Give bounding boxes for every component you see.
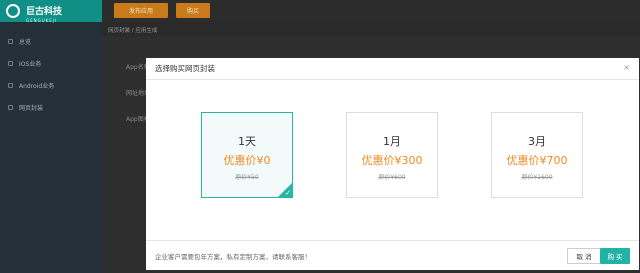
close-icon[interactable]: ×: [623, 63, 630, 72]
plan-original-price: 原价¥50: [235, 174, 259, 181]
plan-period: 1天: [238, 135, 256, 148]
plan-price: 优惠价¥300: [361, 154, 423, 167]
cancel-button[interactable]: 取 消: [567, 248, 601, 264]
plan-period: 1月: [383, 135, 401, 148]
sidebar: 巨古科技 GENGUKEJI 总览 IOS业务 Android业务 网页封装: [0, 0, 102, 273]
logo-icon: [6, 4, 20, 18]
breadcrumb: 网页封装 / 应用生成: [102, 22, 640, 36]
plan-cards: 1天 优惠价¥0 原价¥50 ✓ 1月 优惠价¥300 原价¥600 3月 优惠…: [146, 112, 639, 198]
plan-period: 3月: [528, 135, 546, 148]
plan-card-3-months[interactable]: 3月 优惠价¥700 原价¥1600: [491, 112, 583, 198]
publish-app-button[interactable]: 发布应用: [114, 3, 168, 18]
footer-note: 企业客户需要包年方案，私有定制方案，请联系客服！: [155, 252, 311, 261]
modal-header: 选择购买网页封装 ×: [146, 58, 639, 80]
plan-original-price: 原价¥1600: [521, 174, 553, 181]
sidebar-item-ios[interactable]: IOS业务: [0, 52, 102, 74]
topbar: 发布应用 购买: [102, 0, 640, 22]
purchase-modal: 选择购买网页封装 × 1天 优惠价¥0 原价¥50 ✓ 1月 优惠价¥300 原…: [146, 58, 639, 270]
plan-original-price: 原价¥600: [378, 174, 406, 181]
sidebar-item-overview[interactable]: 总览: [0, 30, 102, 52]
sidebar-item-android[interactable]: Android业务: [0, 74, 102, 96]
modal-title: 选择购买网页封装: [155, 64, 215, 73]
overview-icon: [8, 38, 13, 44]
brand-logo: 巨古科技 GENGUKEJI: [0, 0, 102, 23]
android-icon: [8, 82, 13, 88]
sidebar-item-web-wrap[interactable]: 网页封装: [0, 96, 102, 118]
plan-card-1-month[interactable]: 1月 优惠价¥300 原价¥600: [346, 112, 438, 198]
web-wrap-icon: [8, 104, 13, 110]
top-buy-button[interactable]: 购买: [176, 3, 210, 18]
plan-card-1-day[interactable]: 1天 优惠价¥0 原价¥50 ✓: [201, 112, 293, 198]
checkmark-icon: ✓: [285, 189, 291, 197]
plan-price: 优惠价¥700: [506, 154, 568, 167]
buy-button[interactable]: 购 买: [600, 248, 630, 264]
modal-footer: 企业客户需要包年方案，私有定制方案，请联系客服！ 取 消 购 买: [146, 240, 639, 270]
ios-icon: [8, 60, 13, 66]
brand-name: 巨古科技: [26, 7, 63, 17]
plan-price: 优惠价¥0: [223, 154, 271, 167]
brand-subtitle: GENGUKEJI: [26, 18, 58, 23]
